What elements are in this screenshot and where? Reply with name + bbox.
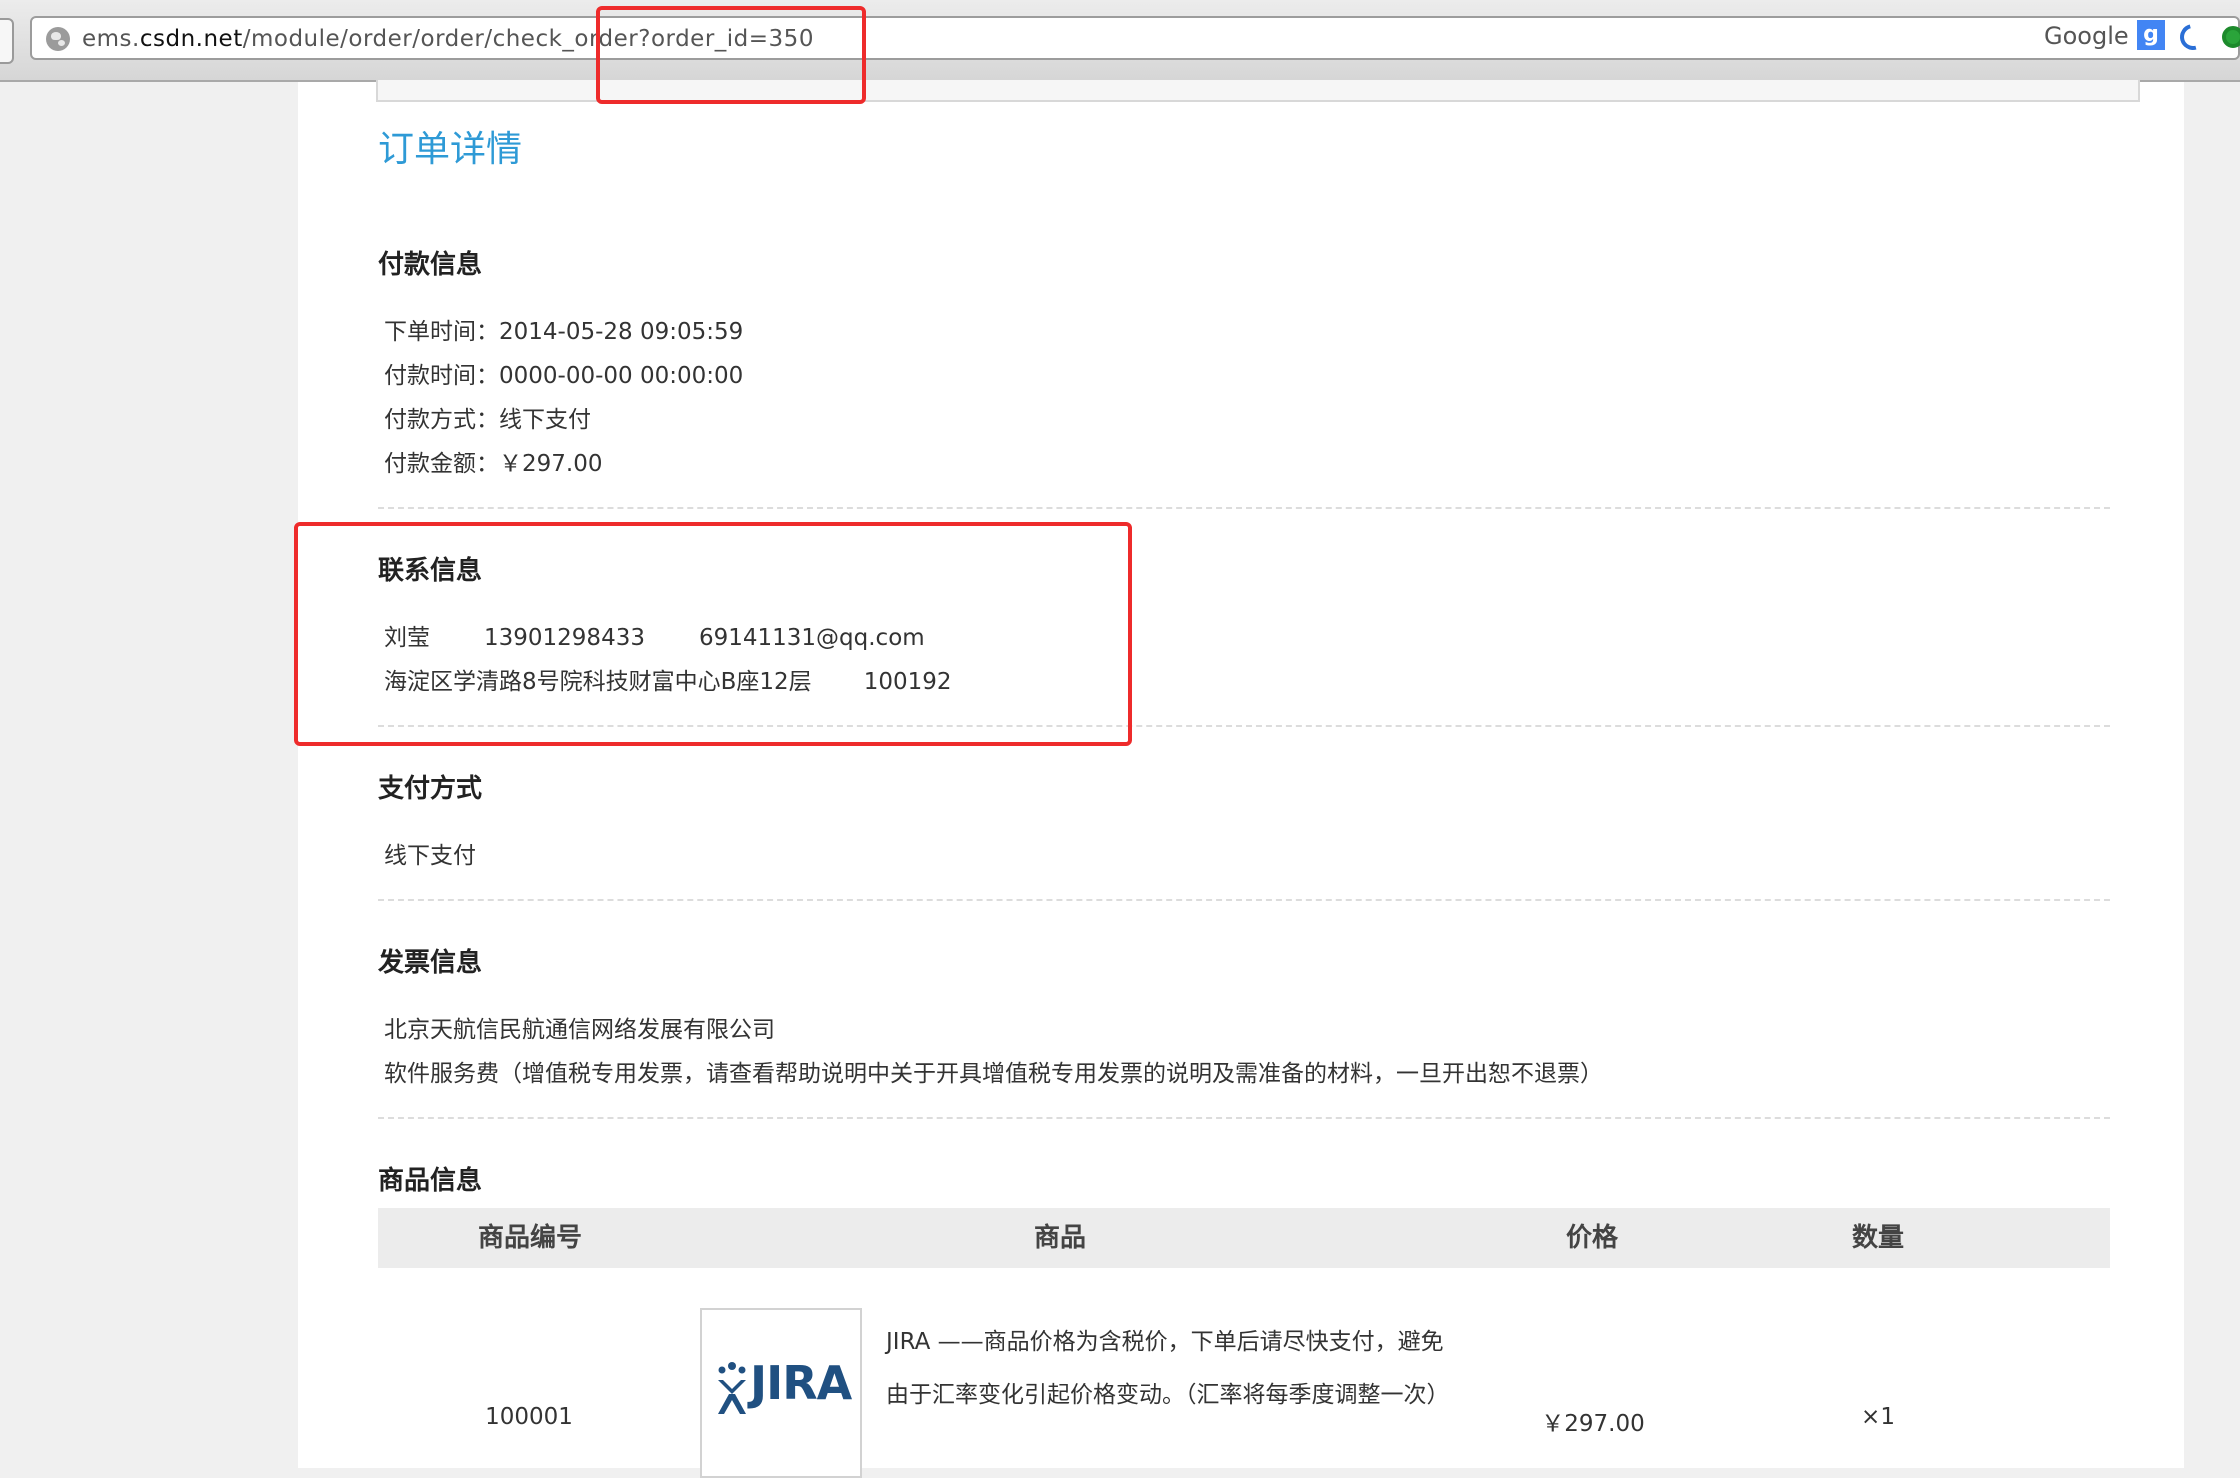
green-extension-icon[interactable] <box>2222 26 2240 48</box>
divider <box>378 507 2110 509</box>
col-product-id: 商品编号 <box>477 1223 583 1253</box>
payment-method-heading: 支付方式 <box>378 774 483 804</box>
google-g-icon[interactable]: g <box>2137 20 2165 50</box>
payment-method-value: 线下支付 <box>384 843 476 869</box>
invoice-info-heading: 发票信息 <box>378 948 483 978</box>
contact-address: 海淀区学清路8号院科技财富中心B座12层 <box>384 669 812 695</box>
contact-email: 69141131@qq.com <box>698 625 925 651</box>
divider <box>378 725 2110 727</box>
product-info-heading: 商品信息 <box>378 1166 483 1196</box>
product-description[interactable]: JIRA ——商品价格为含税价，下单后请尽快支付，避免由于汇率变化引起价格变动。… <box>886 1316 1450 1422</box>
contact-info-heading: 联系信息 <box>378 556 483 586</box>
product-quantity: ×1 <box>1861 1404 1895 1430</box>
pay-amount: 付款金额：￥297.00 <box>384 451 603 477</box>
invoice-type: 软件服务费（增值税专用发票，请查看帮助说明中关于开具增值税专用发票的说明及需准备… <box>384 1061 1603 1087</box>
back-button[interactable] <box>0 18 14 64</box>
page-title: 订单详情 <box>378 129 523 170</box>
product-price: ￥297.00 <box>1541 1411 1645 1437</box>
pay-time: 付款时间：0000-00-00 00:00:00 <box>384 363 744 389</box>
product-image[interactable]: JIRA <box>700 1308 862 1478</box>
address-bar[interactable]: ems.csdn.net/module/order/order/check_or… <box>30 16 2240 60</box>
browser-toolbar: ems.csdn.net/module/order/order/check_or… <box>0 0 2240 82</box>
payment-info-heading: 付款信息 <box>378 250 483 280</box>
col-quantity: 数量 <box>1851 1223 1905 1253</box>
jira-logo-text: JIRA <box>750 1356 852 1410</box>
divider <box>378 899 2110 901</box>
col-price: 价格 <box>1565 1223 1619 1253</box>
contact-phone: 13901298433 <box>484 625 645 651</box>
contact-zip: 100192 <box>863 669 952 695</box>
jira-logo-icon <box>718 1362 746 1414</box>
product-table-header: 商品编号 商品 价格 数量 <box>378 1208 2110 1268</box>
order-time: 下单时间：2014-05-28 09:05:59 <box>384 319 744 345</box>
contact-name: 刘莹 <box>384 625 430 651</box>
url-text[interactable]: ems.csdn.net/module/order/order/check_or… <box>82 26 814 52</box>
divider <box>378 1117 2110 1119</box>
col-product: 商品 <box>1033 1223 1087 1253</box>
product-id: 100001 <box>485 1404 573 1430</box>
globe-icon <box>46 27 70 51</box>
contact-line: 刘莹 13901298433 69141131@qq.com <box>384 618 925 652</box>
top-panel <box>376 80 2140 102</box>
address-line: 海淀区学清路8号院科技财富中心B座12层 100192 <box>384 662 952 696</box>
pay-method: 付款方式：线下支付 <box>384 407 591 433</box>
invoice-company: 北京天航信民航通信网络发展有限公司 <box>384 1017 775 1043</box>
search-engine-label[interactable]: Google <box>2044 22 2129 50</box>
